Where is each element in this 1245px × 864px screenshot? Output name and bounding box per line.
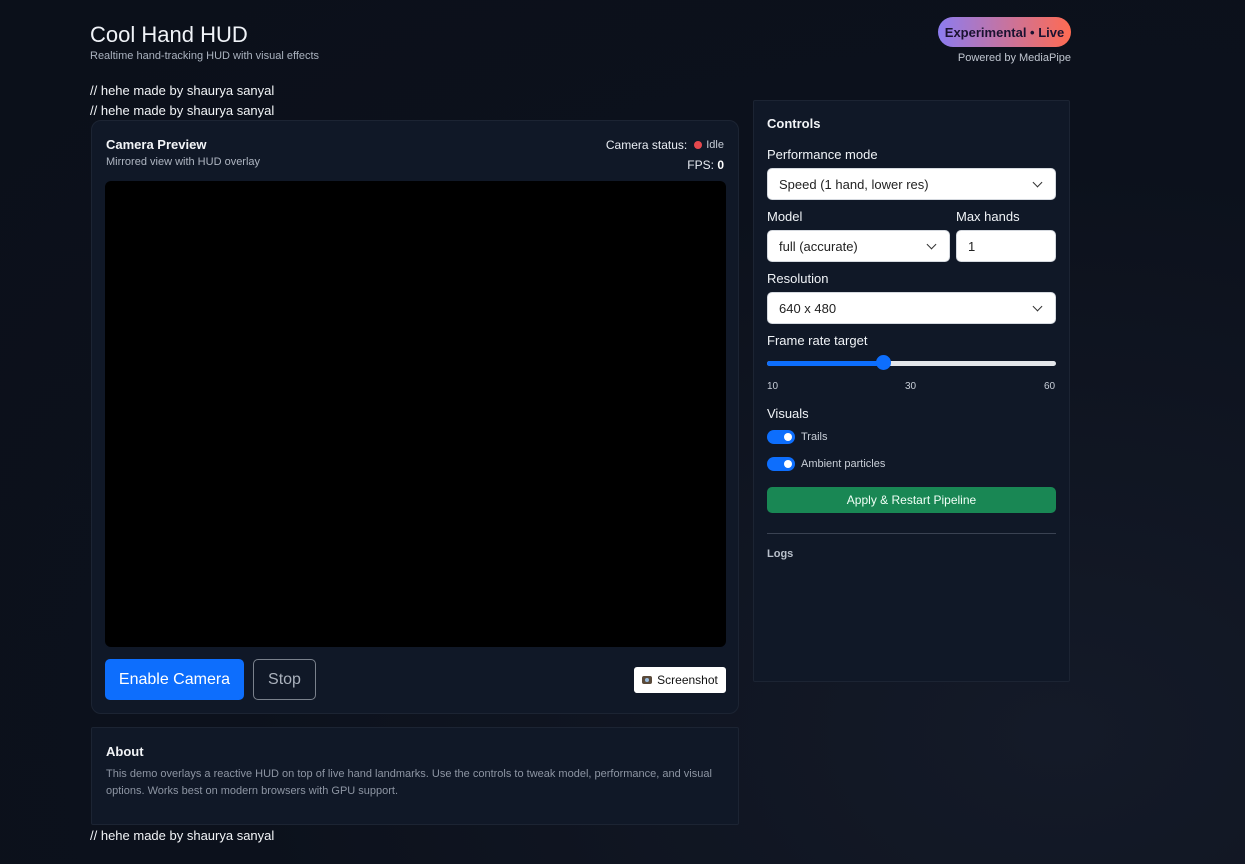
screenshot-button[interactable]: Screenshot <box>634 667 726 693</box>
camera-card: Camera Preview Mirrored view with HUD ov… <box>91 120 739 714</box>
camera-status-label: Camera status: <box>605 138 688 152</box>
fps-label: FPS: <box>687 158 714 172</box>
divider <box>767 533 1056 534</box>
chevron-down-icon <box>926 239 937 250</box>
logs-area <box>767 567 1056 667</box>
chevron-down-icon <box>1032 301 1043 312</box>
enable-camera-button[interactable]: Enable Camera <box>105 659 244 700</box>
trails-label: Trails <box>801 431 828 443</box>
model-select[interactable]: full (accurate) <box>767 230 950 262</box>
max-hands-label: Max hands <box>956 209 1020 224</box>
about-title: About <box>106 744 144 759</box>
chevron-down-icon <box>1032 177 1043 188</box>
performance-mode-select[interactable]: Speed (1 hand, lower res) <box>767 168 1056 200</box>
resolution-value: 640 x 480 <box>779 300 837 316</box>
credit-comment: // hehe made by shaurya sanyal <box>90 103 275 118</box>
ambient-particles-label: Ambient particles <box>801 458 886 470</box>
camera-preview-subtitle: Mirrored view with HUD overlay <box>106 156 261 168</box>
logs-title: Logs <box>767 548 794 560</box>
model-value: full (accurate) <box>779 238 858 254</box>
powered-by-text: Powered by MediaPipe <box>957 52 1071 64</box>
resolution-label: Resolution <box>767 271 829 286</box>
max-hands-value: 1 <box>968 238 976 254</box>
frame-rate-tick-max: 60 <box>1044 381 1056 392</box>
camera-icon <box>642 676 653 684</box>
frame-rate-label: Frame rate target <box>767 333 868 348</box>
camera-status: Camera status: Idle <box>606 138 724 152</box>
model-label: Model <box>767 209 803 224</box>
app-title: Cool Hand HUD <box>90 22 248 47</box>
apply-restart-button[interactable]: Apply & Restart Pipeline <box>767 487 1056 513</box>
controls-title: Controls <box>767 116 821 131</box>
ambient-particles-toggle[interactable] <box>767 457 795 471</box>
status-badge: Experimental • Live <box>938 17 1071 47</box>
visuals-label: Visuals <box>767 406 809 421</box>
credit-comment: // hehe made by shaurya sanyal <box>90 83 275 98</box>
trails-toggle[interactable] <box>767 430 795 444</box>
frame-rate-tick-min: 10 <box>767 381 779 392</box>
fps-readout: FPS: 0 <box>687 158 724 172</box>
camera-status-value: Idle <box>706 139 724 151</box>
controls-panel: Controls Performance mode Speed (1 hand,… <box>753 100 1070 682</box>
frame-rate-slider[interactable] <box>767 361 1056 366</box>
camera-preview-canvas <box>105 181 726 647</box>
credit-comment: // hehe made by shaurya sanyal <box>90 828 275 843</box>
fps-value: 0 <box>717 158 724 172</box>
stop-button[interactable]: Stop <box>253 659 316 700</box>
app-subtitle: Realtime hand-tracking HUD with visual e… <box>90 50 320 62</box>
camera-preview-title: Camera Preview <box>106 137 207 152</box>
about-card: About This demo overlays a reactive HUD … <box>91 727 739 825</box>
frame-rate-slider-fill <box>767 361 883 366</box>
screenshot-label: Screenshot <box>657 673 718 687</box>
resolution-select[interactable]: 640 x 480 <box>767 292 1056 324</box>
frame-rate-slider-thumb[interactable] <box>876 355 891 370</box>
performance-mode-value: Speed (1 hand, lower res) <box>779 176 929 192</box>
performance-mode-label: Performance mode <box>767 147 878 162</box>
about-text: This demo overlays a reactive HUD on top… <box>106 768 712 797</box>
max-hands-input[interactable]: 1 <box>956 230 1056 262</box>
frame-rate-tick-mid: 30 <box>905 381 917 392</box>
status-dot-icon <box>694 141 703 149</box>
